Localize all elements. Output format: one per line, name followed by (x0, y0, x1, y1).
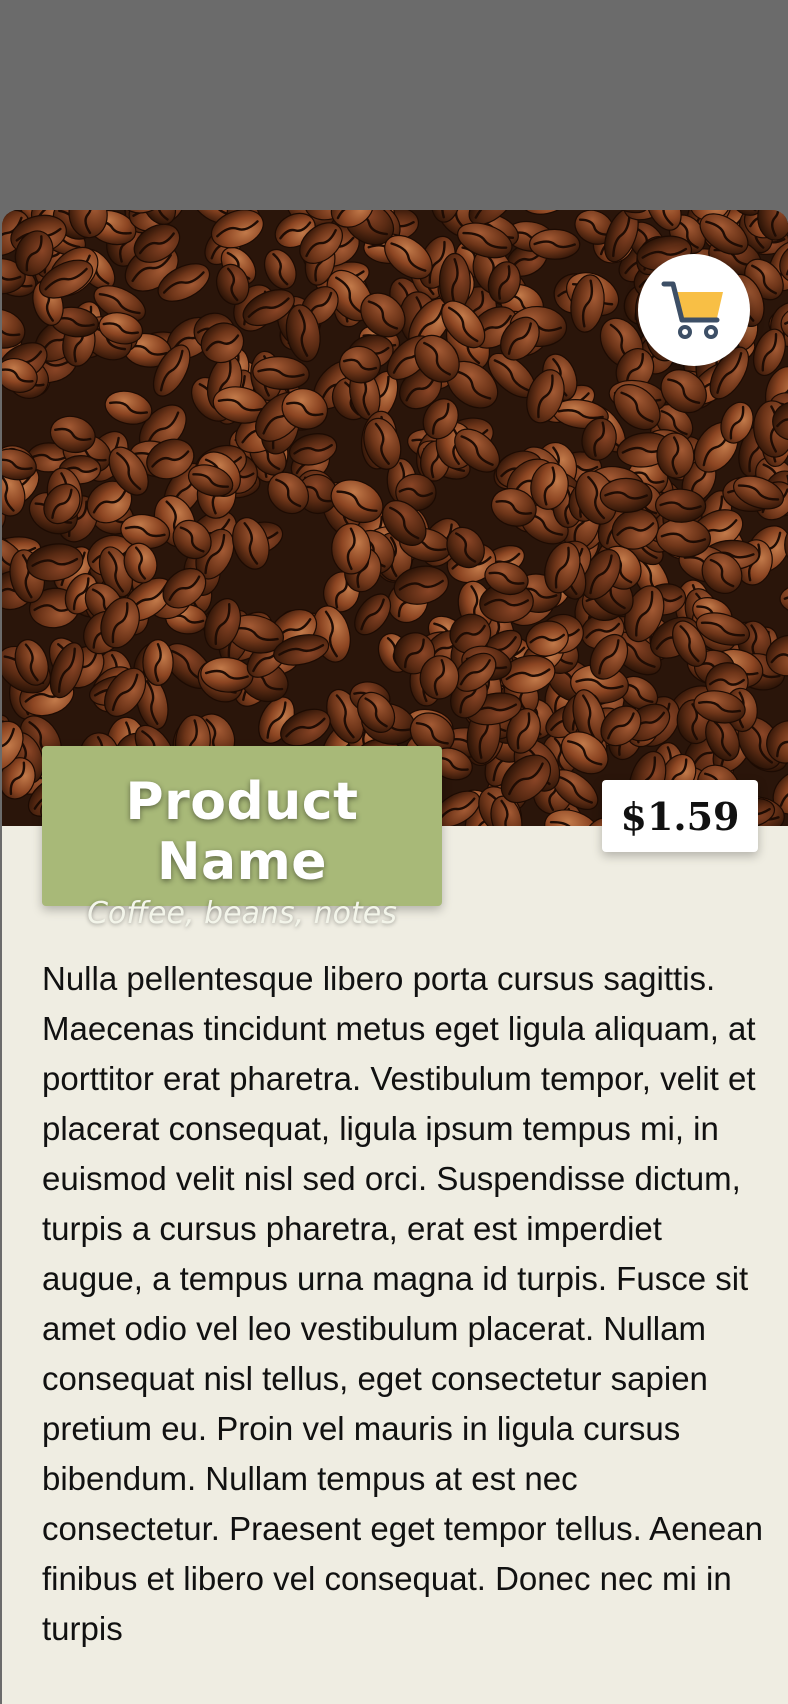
app-screen: Product Name Coffee, beans, notes $1.59 … (0, 0, 788, 1704)
product-image (2, 210, 788, 826)
product-description: Nulla pellentesque libero porta cursus s… (42, 960, 763, 1647)
product-subtitle: Coffee, beans, notes (87, 896, 397, 931)
product-sheet: Product Name Coffee, beans, notes $1.59 … (2, 210, 788, 1704)
price-tag: $1.59 (602, 780, 758, 852)
product-title-card: Product Name Coffee, beans, notes (42, 746, 442, 931)
product-name: Product Name (125, 772, 359, 892)
add-to-cart-button[interactable] (638, 254, 750, 366)
shopping-cart-icon (661, 281, 723, 339)
